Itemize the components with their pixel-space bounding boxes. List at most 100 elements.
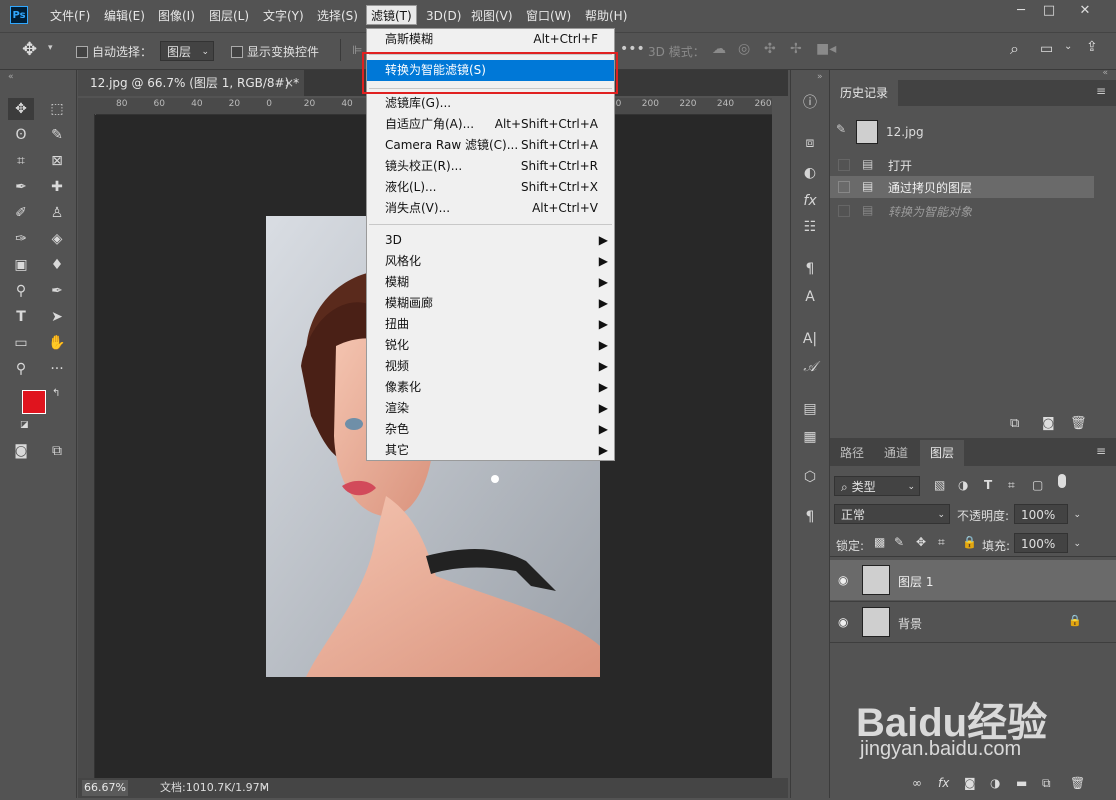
delete-state-icon[interactable]: 🗑 xyxy=(1070,416,1087,431)
menu-item-sharpen[interactable]: 锐化 ▶ xyxy=(367,335,614,356)
menu-item-filter-gallery[interactable]: 滤镜库(G)... xyxy=(367,93,614,114)
chevron-down-icon[interactable]: ⌄ xyxy=(1064,41,1072,52)
crop-tool-icon[interactable]: ⌗ xyxy=(8,150,34,172)
document-tab[interactable]: 12.jpg @ 66.7% (图层 1, RGB/8#) * × xyxy=(78,70,304,96)
marquee-tool-icon[interactable]: ⬚ xyxy=(44,98,70,120)
healing-brush-icon[interactable]: ✚ xyxy=(44,176,70,198)
layer-thumbnail[interactable] xyxy=(862,607,890,637)
notes-icon[interactable]: ▦ xyxy=(799,426,821,448)
menu-image[interactable]: 图像(I) xyxy=(154,6,199,26)
character-styles-icon[interactable]: A xyxy=(799,286,821,308)
menu-item-gaussian-blur[interactable]: 高斯模糊 Alt+Ctrl+F xyxy=(367,29,614,50)
new-group-icon[interactable]: ▬ xyxy=(1016,776,1027,790)
styles-icon[interactable]: fx xyxy=(799,190,821,212)
history-brush-source-icon[interactable]: ✎ xyxy=(836,122,846,136)
move-tool-icon[interactable]: ✥ xyxy=(22,39,37,60)
blend-mode-dropdown[interactable]: 正常 ⌄ xyxy=(834,504,950,524)
lock-icon[interactable]: 🔒 xyxy=(1068,614,1082,627)
lock-position-icon[interactable]: ✥ xyxy=(916,535,926,549)
move-tool-icon[interactable]: ✥ xyxy=(8,98,34,120)
collapse-toolbar-icon[interactable]: « xyxy=(8,72,14,82)
lock-artboard-icon[interactable]: ⌗ xyxy=(938,535,945,550)
collapse-dock-icon[interactable]: « xyxy=(1102,68,1108,78)
blur-tool-icon[interactable]: ♦ xyxy=(44,254,70,276)
panel-menu-icon[interactable]: ≡ xyxy=(1096,84,1106,98)
add-mask-icon[interactable]: ◙ xyxy=(964,776,976,790)
menu-filter[interactable]: 滤镜(T) xyxy=(366,5,417,25)
rectangle-tool-icon[interactable]: ▭ xyxy=(8,332,34,354)
info-icon[interactable]: ⓘ xyxy=(799,92,821,114)
quick-select-tool-icon[interactable]: ✎ xyxy=(44,124,70,146)
layer-filter-dropdown[interactable]: ⌕ 类型 ⌄ xyxy=(834,476,920,496)
layer-row-layer1[interactable]: ◉ 图层 1 xyxy=(830,560,1116,600)
glyphs-icon[interactable]: 𝒜 xyxy=(799,356,821,378)
history-brush-icon[interactable]: ✑ xyxy=(8,228,34,250)
properties-icon[interactable]: ☷ xyxy=(799,216,821,238)
menu-item-blur[interactable]: 模糊 ▶ xyxy=(367,272,614,293)
paragraph-styles-icon[interactable]: ¶ xyxy=(799,258,821,280)
3d-roll-icon[interactable]: ◎ xyxy=(738,41,750,57)
link-layers-icon[interactable]: ∞ xyxy=(912,776,922,790)
frame-tool-icon[interactable]: ⊠ xyxy=(44,150,70,172)
history-item-convert-smart-object[interactable]: ▤ 转换为智能对象 xyxy=(830,200,1116,222)
menu-help[interactable]: 帮助(H) xyxy=(581,6,631,26)
filter-pixel-icon[interactable]: ▧ xyxy=(934,478,945,492)
hand-tool-icon[interactable]: ✋ xyxy=(44,332,70,354)
adjustment-layer-icon[interactable]: ◑ xyxy=(990,776,1000,790)
new-snapshot-icon[interactable]: ◙ xyxy=(1042,416,1055,431)
filter-type-icon[interactable]: T xyxy=(984,478,992,492)
eyedropper-tool-icon[interactable]: ✒ xyxy=(8,176,34,198)
menu-item-adaptive-wide-angle[interactable]: 自适应广角(A)... Alt+Shift+Ctrl+A xyxy=(367,114,614,135)
chevron-down-icon[interactable]: ⌄ xyxy=(1073,534,1081,554)
lasso-tool-icon[interactable]: ʘ xyxy=(8,124,34,146)
delete-layer-icon[interactable]: 🗑 xyxy=(1070,776,1085,790)
history-item-open[interactable]: ▤ 打开 xyxy=(830,154,1116,176)
character-icon[interactable]: A| xyxy=(799,328,821,350)
new-document-from-state-icon[interactable]: ⧉ xyxy=(1010,416,1019,431)
lock-transparent-icon[interactable]: ▩ xyxy=(874,535,885,549)
menu-item-camera-raw[interactable]: Camera Raw 滤镜(C)... Shift+Ctrl+A xyxy=(367,135,614,156)
more-tools-icon[interactable]: ··· xyxy=(44,358,70,380)
menu-view[interactable]: 视图(V) xyxy=(467,6,517,26)
snapshot-name[interactable]: 12.jpg xyxy=(886,125,924,139)
libraries-icon[interactable]: ▤ xyxy=(799,398,821,420)
swap-colors-icon[interactable]: ↰ xyxy=(52,388,60,399)
menu-type[interactable]: 文字(Y) xyxy=(259,6,308,26)
tab-paths[interactable]: 路径 xyxy=(830,440,874,466)
opacity-input[interactable]: 100% ⌄ xyxy=(1014,504,1081,524)
default-colors-icon[interactable]: ◪ xyxy=(20,420,29,430)
close-tab-icon[interactable]: × xyxy=(284,70,294,96)
align-left-icon[interactable]: ⊫ xyxy=(352,43,362,57)
menu-layer[interactable]: 图层(L) xyxy=(205,6,253,26)
panel-menu-icon[interactable]: ≡ xyxy=(1096,444,1106,458)
eraser-tool-icon[interactable]: ◈ xyxy=(44,228,70,250)
tab-history[interactable]: 历史记录 xyxy=(830,80,899,106)
filter-adjustment-icon[interactable]: ◑ xyxy=(958,478,968,492)
screen-mode-icon[interactable]: ⧉ xyxy=(44,440,70,462)
quick-mask-icon[interactable]: ◙ xyxy=(8,440,34,462)
menu-item-liquify[interactable]: 液化(L)... Shift+Ctrl+X xyxy=(367,177,614,198)
workspace-icon[interactable]: ▭ xyxy=(1040,41,1053,57)
layer-name[interactable]: 背景 xyxy=(898,615,922,632)
lock-image-icon[interactable]: ✎ xyxy=(894,535,904,549)
menu-item-pixelate[interactable]: 像素化 ▶ xyxy=(367,377,614,398)
menu-item-render[interactable]: 渲染 ▶ xyxy=(367,398,614,419)
3d-pan-icon[interactable]: ✣ xyxy=(764,41,776,57)
foreground-color-swatch[interactable] xyxy=(22,390,46,414)
close-button[interactable]: ✕ xyxy=(1070,0,1100,22)
menu-item-stylize[interactable]: 风格化 ▶ xyxy=(367,251,614,272)
menu-item-vanishing-point[interactable]: 消失点(V)... Alt+Ctrl+V xyxy=(367,198,614,219)
dodge-tool-icon[interactable]: ⚲ xyxy=(8,280,34,302)
history-item-copy-layer[interactable]: ▤ 通过拷贝的图层 xyxy=(830,176,1094,198)
adjustments-icon[interactable]: ◐ xyxy=(799,162,821,184)
collapse-panels-icon[interactable]: » xyxy=(817,72,823,82)
menu-select[interactable]: 选择(S) xyxy=(313,6,362,26)
auto-select-target-dropdown[interactable]: 图层 ⌄ xyxy=(160,41,214,61)
menu-item-lens-correction[interactable]: 镜头校正(R)... Shift+Ctrl+R xyxy=(367,156,614,177)
zoom-level[interactable]: 66.67% xyxy=(82,780,128,796)
type-tool-icon[interactable]: T xyxy=(8,306,34,328)
status-menu-icon[interactable]: › xyxy=(262,780,266,796)
layer-thumbnail[interactable] xyxy=(862,565,890,595)
zoom-tool-icon[interactable]: ⚲ xyxy=(8,358,34,380)
menu-item-other[interactable]: 其它 ▶ xyxy=(367,440,614,461)
